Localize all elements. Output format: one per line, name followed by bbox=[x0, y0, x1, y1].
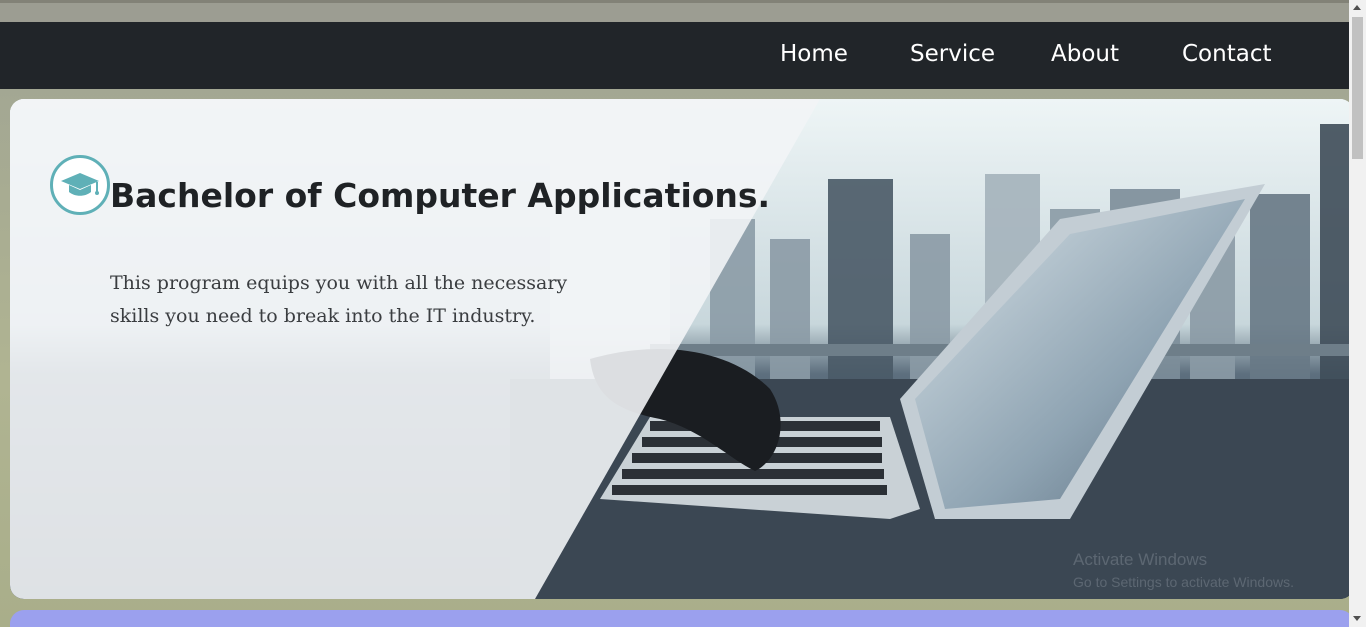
watermark-line-2: Go to Settings to activate Windows. bbox=[1073, 574, 1294, 590]
vertical-scrollbar[interactable] bbox=[1349, 0, 1366, 627]
hero-title: Bachelor of Computer Applications. bbox=[110, 176, 771, 215]
windows-activation-watermark: Activate Windows Go to Settings to activ… bbox=[1073, 550, 1294, 590]
scroll-up-icon[interactable] bbox=[1353, 5, 1361, 10]
hero-banner: Bachelor of Computer Applications. This … bbox=[10, 99, 1354, 599]
next-section-card bbox=[10, 610, 1354, 627]
scrollbar-thumb[interactable] bbox=[1352, 17, 1363, 159]
nav-about-link[interactable]: About bbox=[1051, 41, 1119, 67]
nav-service-link[interactable]: Service bbox=[910, 41, 995, 67]
navbar: Home Service About Contact bbox=[0, 22, 1349, 89]
scroll-down-icon[interactable] bbox=[1353, 616, 1361, 621]
nav-contact-link[interactable]: Contact bbox=[1182, 41, 1271, 67]
watermark-line-1: Activate Windows bbox=[1073, 550, 1208, 569]
hero-description: This program equips you with all the nec… bbox=[110, 272, 568, 327]
browser-top-strip bbox=[0, 0, 1349, 22]
hero-diagonal-overlay bbox=[10, 99, 820, 599]
nav-home-link[interactable]: Home bbox=[780, 41, 848, 67]
graduation-cap-icon bbox=[50, 155, 110, 215]
